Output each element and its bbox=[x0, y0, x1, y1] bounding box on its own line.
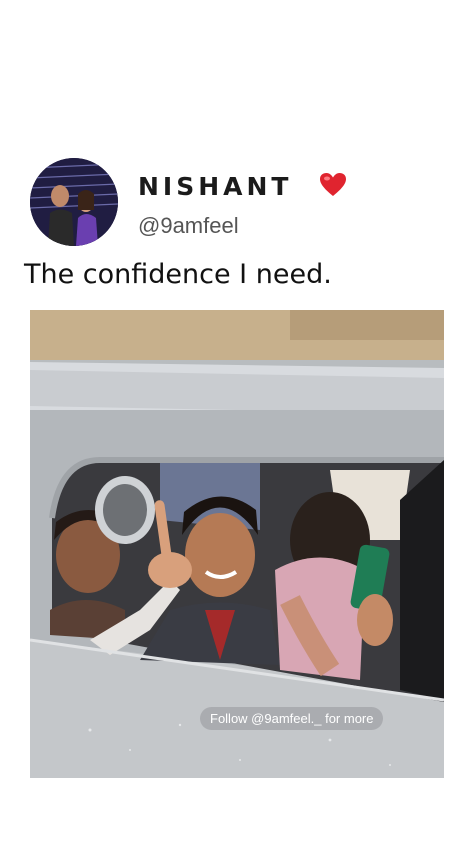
avatar[interactable] bbox=[30, 158, 118, 246]
display-name[interactable]: NISHANT bbox=[138, 172, 292, 201]
post-header: NISHANT @9amfeel bbox=[30, 158, 450, 248]
watermark-label: Follow @9amfeel._ for more bbox=[200, 707, 384, 730]
video-player[interactable]: Follow @9amfeel._ for more bbox=[30, 310, 444, 778]
post-caption: The confidence I need. bbox=[24, 259, 332, 290]
heart-icon bbox=[320, 173, 346, 196]
handle[interactable]: @9amfeel bbox=[138, 213, 239, 239]
